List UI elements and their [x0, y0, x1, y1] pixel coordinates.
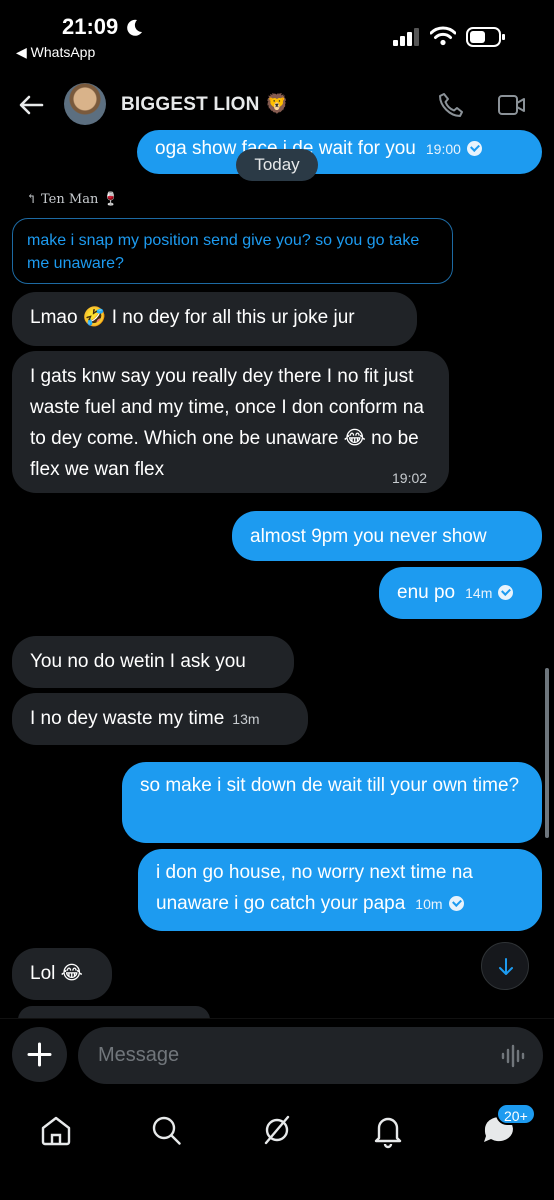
- contact-name[interactable]: BIGGEST LION 🦁: [121, 92, 289, 116]
- battery-icon: [466, 27, 505, 47]
- message-time: 14m: [465, 585, 493, 601]
- date-divider: Today: [236, 149, 318, 181]
- add-attachment-button[interactable]: [12, 1027, 67, 1082]
- messages-badge: 20+: [496, 1103, 536, 1125]
- home-icon: [41, 1116, 71, 1146]
- message-text: so make i sit down de wait till your own…: [140, 775, 520, 796]
- message-outgoing[interactable]: oga show face i de wait for you19:00: [137, 130, 542, 174]
- grok-icon: [264, 1115, 290, 1145]
- message-text: almost 9pm you never show: [250, 526, 487, 547]
- message-outgoing[interactable]: almost 9pm you never show: [232, 511, 542, 561]
- message-text: I gats knw say you really dey there I no…: [30, 366, 424, 480]
- read-check-icon: [466, 141, 482, 156]
- plus-icon: [27, 1042, 52, 1067]
- bottom-navigation: [0, 1100, 554, 1200]
- message-incoming[interactable]: I gats knw say you really dey there I no…: [12, 351, 449, 493]
- nav-search[interactable]: [144, 1108, 188, 1152]
- back-arrow-icon[interactable]: [16, 90, 46, 120]
- message-text: enu po: [397, 582, 456, 603]
- scroll-to-bottom-button[interactable]: [481, 942, 529, 990]
- message-incoming[interactable]: You no do wetin I ask you: [12, 636, 294, 688]
- message-outgoing[interactable]: i don go house, no worry next time na un…: [138, 849, 542, 931]
- status-time: 21:09: [62, 14, 119, 39]
- message-incoming[interactable]: Lmao 🤣 I no dey for all this ur joke jur: [12, 292, 417, 346]
- message-text: You no do wetin I ask you: [30, 651, 246, 672]
- message-outgoing[interactable]: so make i sit down de wait till your own…: [122, 762, 542, 843]
- avatar[interactable]: [64, 83, 106, 125]
- message-incoming[interactable]: Lol 😂: [12, 948, 112, 1000]
- signal-icon: [393, 28, 419, 46]
- nav-home[interactable]: [34, 1108, 78, 1152]
- message-time: 13m: [232, 711, 260, 727]
- reply-author: ↰ Ten Man 🍷: [26, 192, 119, 207]
- voice-wave-icon[interactable]: [501, 1043, 527, 1069]
- back-to-app-link[interactable]: ◀ WhatsApp: [16, 44, 95, 61]
- message-incoming[interactable]: I no dey waste my time 13m: [12, 693, 308, 745]
- message-text: Lmao 🤣 I no dey for all this ur joke jur: [30, 307, 355, 328]
- nav-grok[interactable]: [255, 1108, 299, 1152]
- reply-quote[interactable]: make i snap my position send give you? s…: [12, 218, 453, 284]
- bell-icon: [374, 1117, 402, 1149]
- status-bar: 21:09 ◀ WhatsApp: [0, 0, 554, 70]
- message-time: 10m: [415, 896, 443, 912]
- wifi-icon: [430, 26, 456, 46]
- message-text: I no dey waste my time: [30, 708, 225, 729]
- scrollbar[interactable]: [545, 668, 549, 838]
- arrow-down-icon: [499, 958, 513, 975]
- chat-header: BIGGEST LION 🦁: [0, 76, 554, 136]
- nav-notifications[interactable]: [366, 1108, 410, 1152]
- message-text: Lol 😂: [30, 963, 83, 984]
- video-call-icon[interactable]: [497, 93, 527, 117]
- read-check-icon: [498, 585, 514, 600]
- composer-bar: [0, 1018, 554, 1094]
- read-check-icon: [448, 896, 464, 911]
- message-input[interactable]: [78, 1027, 543, 1084]
- message-time: 19:02: [392, 470, 428, 486]
- message-time: 19:00: [425, 141, 461, 157]
- moon-icon: [127, 19, 142, 36]
- search-icon: [152, 1116, 181, 1145]
- phone-icon[interactable]: [437, 91, 465, 119]
- message-outgoing[interactable]: enu po 14m: [379, 567, 542, 619]
